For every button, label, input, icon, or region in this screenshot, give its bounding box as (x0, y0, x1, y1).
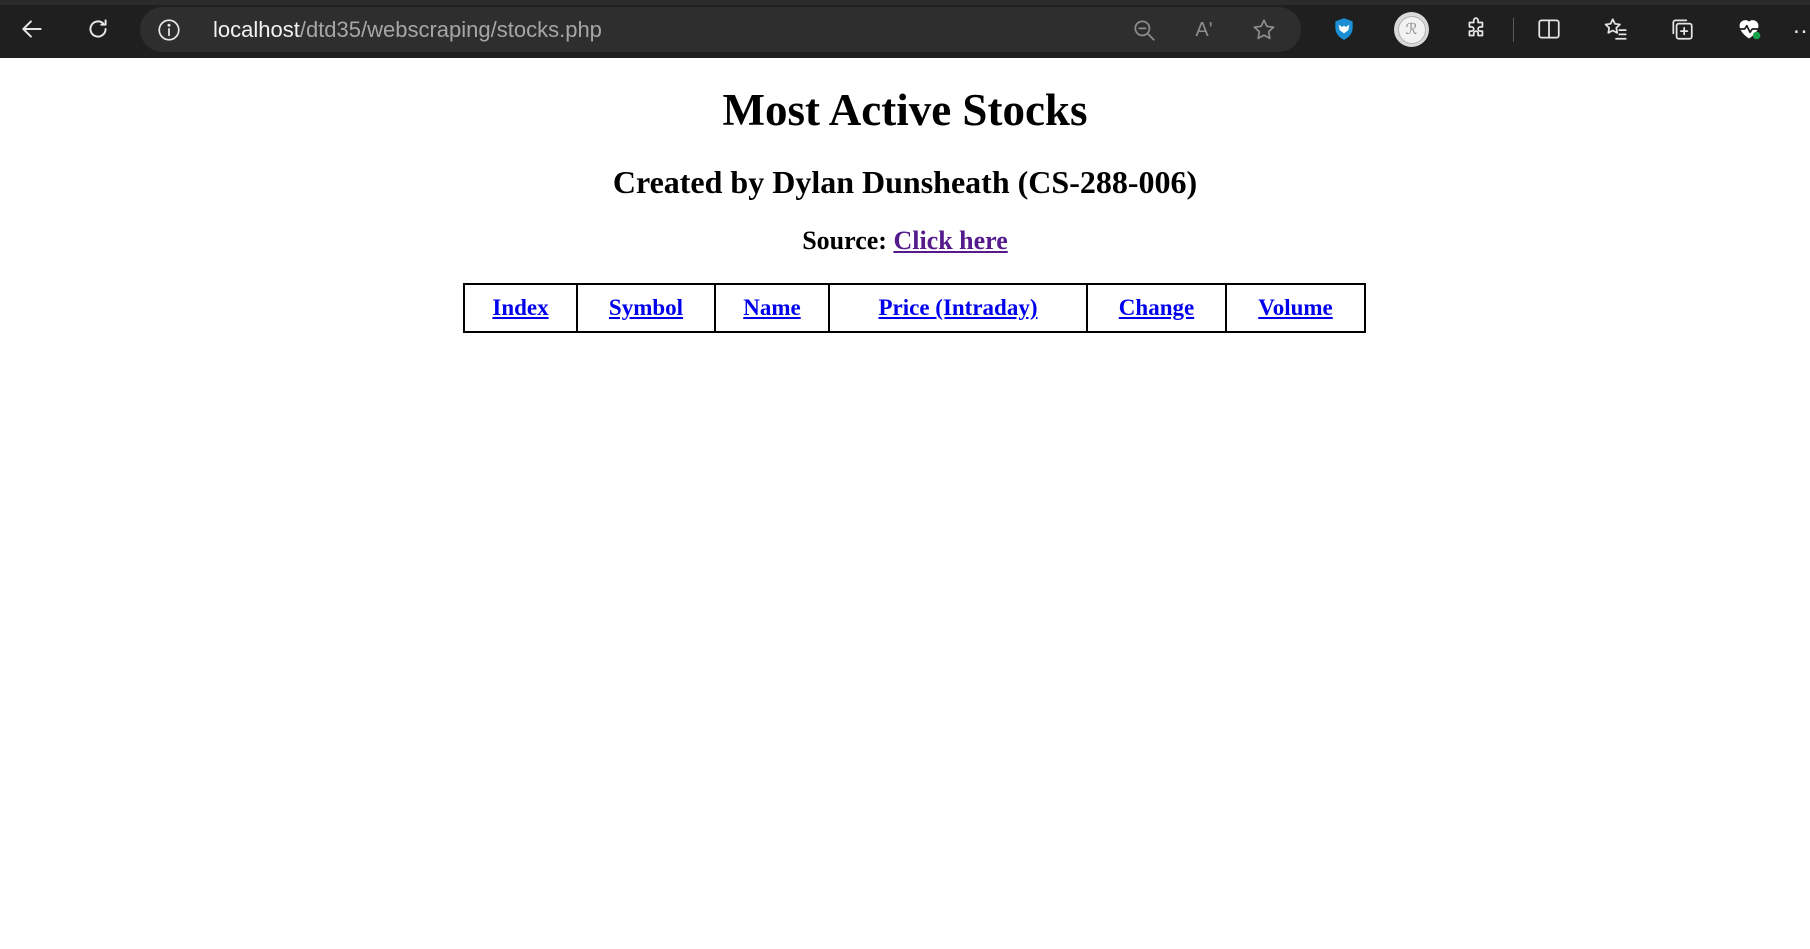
puzzle-icon (1468, 17, 1484, 37)
sort-index-link[interactable]: Index (492, 295, 548, 320)
column-header-name: Name (714, 283, 830, 333)
source-line: Source: Click here (0, 225, 1810, 257)
column-header-index: Index (463, 283, 578, 333)
profile-avatar-button[interactable]: ℛ (1394, 12, 1429, 47)
collections-icon (1672, 19, 1693, 40)
browser-essentials-button[interactable] (1727, 8, 1771, 50)
split-screen-button[interactable] (1527, 8, 1571, 50)
extensions-button[interactable] (1455, 8, 1499, 50)
page-subtitle: Created by Dylan Dunsheath (CS-288-006) (612, 164, 1198, 200)
sort-change-link[interactable]: Change (1119, 295, 1194, 320)
fox-shield-icon (1335, 18, 1353, 40)
favorites-button[interactable] (1594, 8, 1638, 50)
url-host: localhost (213, 17, 300, 42)
sort-symbol-link[interactable]: Symbol (609, 295, 683, 320)
sort-name-link[interactable]: Name (743, 295, 800, 320)
avatar-icon: ℛ (1397, 15, 1426, 44)
read-aloud-label: Aʹ (1195, 18, 1213, 41)
site-info-icon[interactable] (156, 17, 182, 43)
back-button[interactable] (10, 8, 54, 50)
heart-pulse-icon (1739, 20, 1761, 40)
column-header-price: Price (Intraday) (828, 283, 1088, 333)
column-header-volume: Volume (1225, 283, 1366, 333)
sort-volume-link[interactable]: Volume (1258, 295, 1333, 320)
refresh-icon (89, 19, 107, 38)
tab-strip-edge (0, 0, 1810, 5)
favorite-star-icon[interactable] (1249, 15, 1279, 45)
read-aloud-icon[interactable]: Aʹ (1189, 15, 1219, 45)
more-icon[interactable]: … (1792, 12, 1810, 40)
favorites-list-icon (1604, 18, 1627, 40)
stocks-table: Index Symbol Name Price (Intraday) Chang… (463, 283, 1366, 333)
source-label: Source: (802, 226, 887, 255)
arrow-left-icon (22, 20, 42, 38)
sort-price-link[interactable]: Price (Intraday) (878, 295, 1037, 320)
collections-button[interactable] (1660, 8, 1704, 50)
column-header-change: Change (1086, 283, 1227, 333)
source-link[interactable]: Click here (893, 226, 1007, 255)
browser-toolbar: localhost/dtd35/webscraping/stocks.php A… (0, 0, 1810, 58)
column-header-symbol: Symbol (576, 283, 716, 333)
refresh-button[interactable] (76, 8, 120, 50)
zoom-out-icon[interactable] (1129, 15, 1159, 45)
table-header-row: Index Symbol Name Price (Intraday) Chang… (463, 283, 1366, 333)
url-path: /dtd35/webscraping/stocks.php (299, 17, 602, 42)
address-bar[interactable]: localhost/dtd35/webscraping/stocks.php A… (140, 7, 1301, 52)
page-content: Most Active Stocks Created by Dylan Duns… (0, 58, 1810, 949)
split-screen-icon (1538, 19, 1560, 39)
extension-fox-button[interactable] (1322, 8, 1366, 50)
url-text[interactable]: localhost/dtd35/webscraping/stocks.php (213, 16, 602, 43)
toolbar-separator (1513, 18, 1514, 42)
page-title: Most Active Stocks (722, 85, 1088, 135)
